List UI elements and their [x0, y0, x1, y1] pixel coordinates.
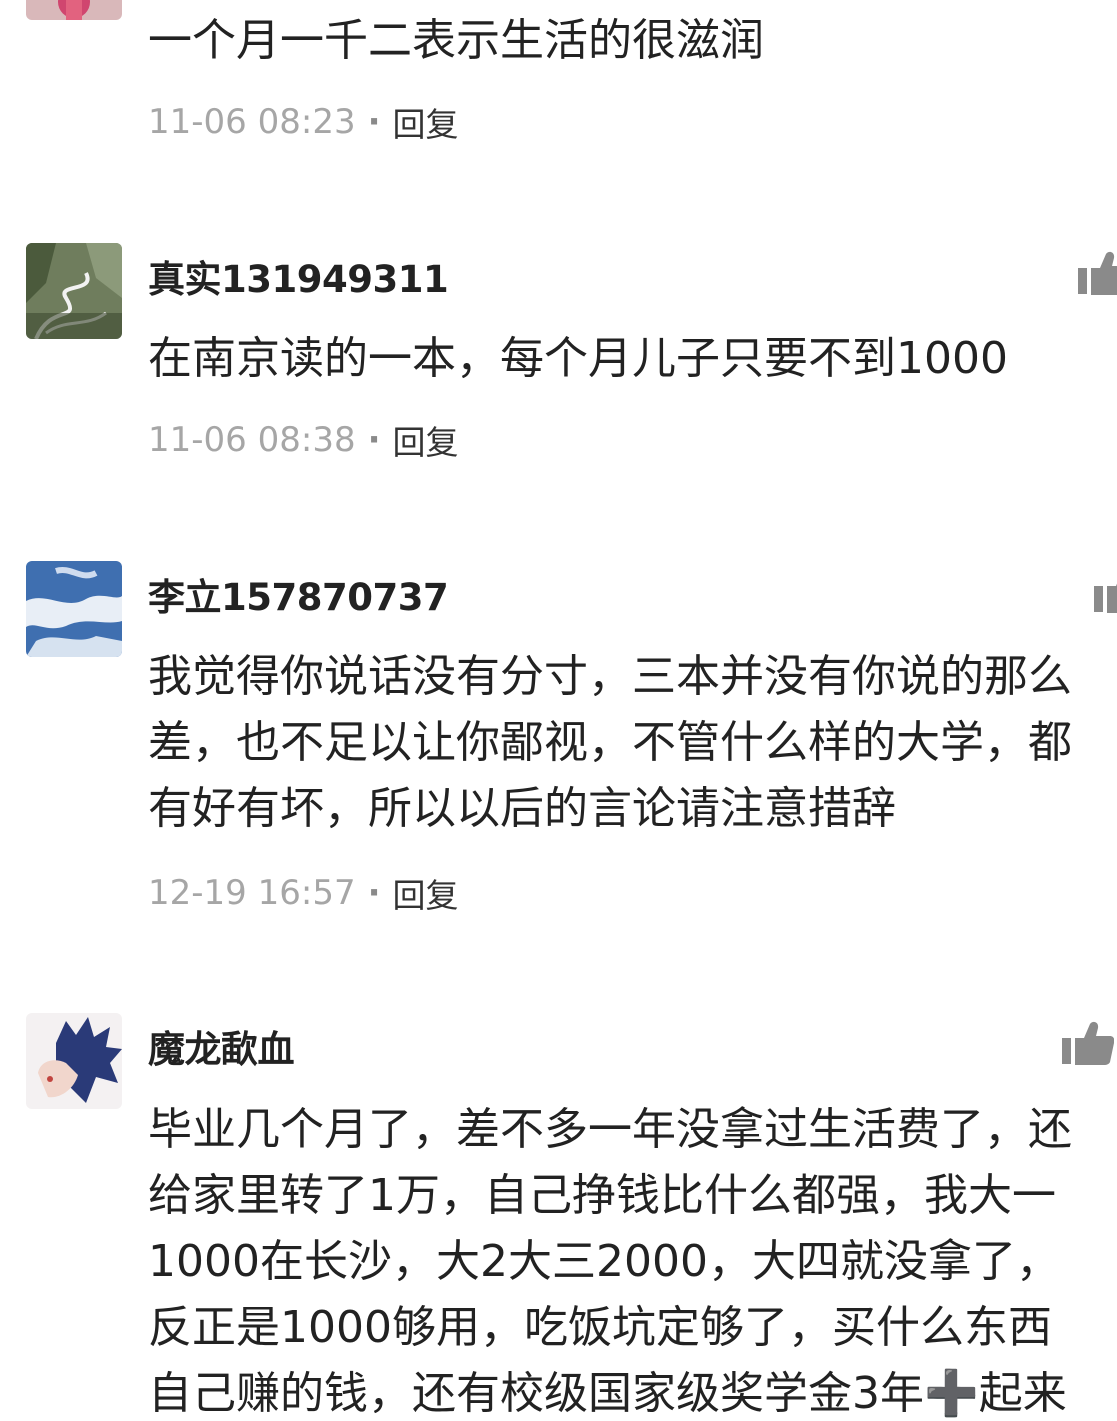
avatar[interactable]: [26, 243, 122, 339]
comment-text-line: 我觉得你说话没有分寸，三本并没有你说的那么: [148, 651, 1072, 702]
meta-separator: ·: [367, 420, 381, 460]
username[interactable]: 真实131949311: [148, 249, 449, 303]
comment-content: 毕业几个月了，差不多一年没拿过生活费了，还 给家里转了1万，自己挣钱比什么都强，…: [148, 1097, 1117, 1421]
username[interactable]: 魔龙歃血: [148, 1019, 295, 1073]
comment-time: 11-06 08:38: [148, 420, 356, 460]
comment-text-line: 给家里转了1万，自己挣钱比什么都强，我大一: [148, 1170, 1056, 1221]
avatar[interactable]: [26, 1013, 122, 1109]
username[interactable]: 李立157870737: [148, 567, 449, 621]
comment-content: 我觉得你说话没有分寸，三本并没有你说的那么 差，也不足以让你鄙视，不管什么样的大…: [148, 644, 1117, 842]
comment-text-line: 差，也不足以让你鄙视，不管什么样的大学，都: [148, 717, 1072, 768]
meta-separator: ·: [367, 873, 381, 913]
thumbs-up-icon[interactable]: [1094, 568, 1117, 614]
comment-text-line: 1000在长沙，大2大三2000，大四就没拿了，: [148, 1236, 1060, 1287]
comment-content: 在南京读的一本，每个月儿子只要不到1000: [148, 326, 1117, 392]
reply-button[interactable]: 回复: [393, 416, 459, 464]
reply-button[interactable]: 回复: [393, 869, 459, 917]
comment-time: 12-19 16:57: [148, 873, 356, 913]
comment-meta: 11-06 08:38 · 回复: [148, 416, 459, 464]
comment-text-line: 自己赚的钱，还有校级国家级奖学金3年➕起来: [148, 1368, 1067, 1419]
comment-text-line: 一个月一千二表示生活的很滋润: [148, 15, 764, 66]
comment-time: 11-06 08:23: [148, 102, 356, 142]
comment-meta: 11-06 08:23 · 回复: [148, 98, 459, 146]
meta-separator: ·: [367, 102, 381, 142]
comment-meta: 12-19 16:57 · 回复: [148, 869, 459, 917]
avatar[interactable]: [26, 561, 122, 657]
comment-text-line: 毕业几个月了，差不多一年没拿过生活费了，还: [148, 1104, 1072, 1155]
comment-text-line: 反正是1000够用，吃饭坑定够了，买什么东西: [148, 1302, 1052, 1353]
avatar[interactable]: [26, 0, 122, 20]
reply-button[interactable]: 回复: [393, 98, 459, 146]
comment-text-line: 在南京读的一本，每个月儿子只要不到1000: [148, 333, 1008, 384]
thumbs-up-icon[interactable]: [1062, 1020, 1114, 1066]
comment-content: 一个月一千二表示生活的很滋润: [148, 8, 1117, 74]
comment-text-line: 有好有坏，所以以后的言论请注意措辞: [148, 783, 896, 834]
thumbs-up-icon[interactable]: [1078, 250, 1117, 296]
